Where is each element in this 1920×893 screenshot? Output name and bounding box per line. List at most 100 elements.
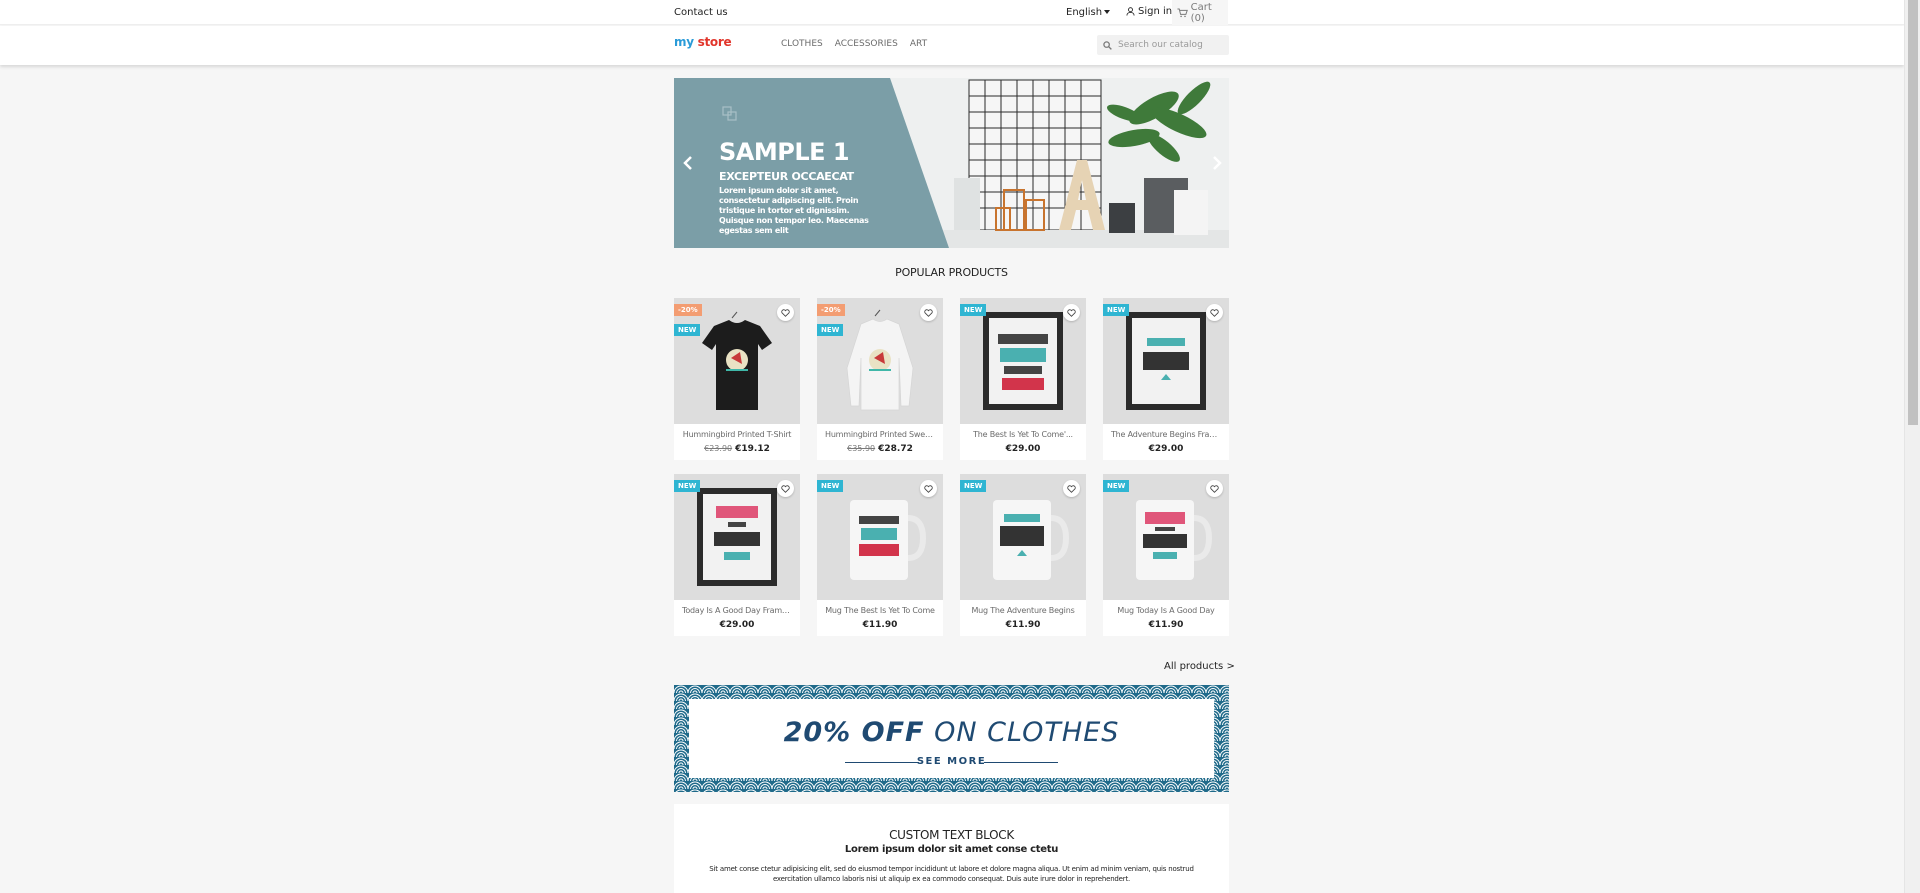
- product-name[interactable]: Mug The Best Is Yet To Come: [817, 606, 943, 615]
- cart-button[interactable]: Cart (0): [1172, 0, 1228, 25]
- nav-item-accessories[interactable]: ACCESSORIES: [835, 39, 898, 49]
- search-input[interactable]: [1118, 40, 1218, 50]
- slide-subtitle: EXCEPTEUR OCCAECAT: [719, 170, 854, 183]
- cart-icon: [1177, 8, 1188, 17]
- popular-products-title: POPULAR PRODUCTS: [895, 266, 1008, 279]
- scrollbar-thumb[interactable]: [1908, 0, 1918, 425]
- wishlist-button[interactable]: [920, 304, 937, 321]
- product-price: €23.90 €19.12: [674, 444, 800, 454]
- store-logo[interactable]: my store: [674, 35, 732, 49]
- wishlist-button[interactable]: [777, 304, 794, 321]
- current-price: €29.00: [1148, 444, 1184, 454]
- slider-prev-icon[interactable]: [681, 155, 695, 171]
- page-scrollbar[interactable]: [1904, 0, 1920, 893]
- product-card[interactable]: NEW The Best Is Yet To Come'... €29.00: [960, 298, 1086, 460]
- slide-title: SAMPLE 1: [719, 138, 850, 166]
- slider-next-icon[interactable]: [1210, 155, 1224, 171]
- product-name[interactable]: The Best Is Yet To Come'...: [960, 430, 1086, 439]
- language-label: English: [1066, 7, 1103, 18]
- banner-divider: [984, 762, 1058, 763]
- banner-title-strong: 20% OFF: [783, 717, 925, 748]
- product-name[interactable]: Mug The Adventure Begins: [960, 606, 1086, 615]
- old-price: €35.90: [847, 444, 876, 453]
- search-icon[interactable]: [1103, 40, 1112, 50]
- nav-item-clothes[interactable]: CLOTHES: [781, 39, 823, 49]
- wishlist-button[interactable]: [777, 480, 794, 497]
- product-price: €29.00: [960, 444, 1086, 454]
- product-price: €11.90: [1103, 620, 1229, 630]
- new-badge: NEW: [817, 480, 844, 492]
- heart-icon: [1210, 308, 1219, 317]
- discount-badge: -20%: [817, 304, 845, 316]
- product-price: €11.90: [960, 620, 1086, 630]
- current-price: €29.00: [1005, 444, 1041, 454]
- all-products-label: All products: [1164, 661, 1224, 672]
- new-badge: NEW: [674, 324, 701, 336]
- new-badge: NEW: [817, 324, 844, 336]
- wishlist-button[interactable]: [1206, 304, 1223, 321]
- heart-icon: [1067, 308, 1076, 317]
- product-card[interactable]: NEW The Adventure Begins Framed... €29.0…: [1103, 298, 1229, 460]
- sign-in-link[interactable]: Sign in: [1126, 6, 1172, 17]
- nav-item-art[interactable]: ART: [910, 39, 927, 49]
- see-more-link[interactable]: SEE MORE: [689, 756, 1214, 767]
- slide-deco-icon: [722, 106, 737, 121]
- old-price: €23.90: [704, 444, 733, 453]
- new-badge: NEW: [1103, 304, 1130, 316]
- product-name[interactable]: Mug Today Is A Good Day: [1103, 606, 1229, 615]
- new-badge: NEW: [960, 304, 987, 316]
- contact-us-link[interactable]: Contact us: [674, 7, 728, 18]
- product-card[interactable]: NEW Mug The Adventure Begins €11.90: [960, 474, 1086, 636]
- product-price: €29.00: [674, 620, 800, 630]
- heart-icon: [924, 308, 933, 317]
- custom-text-title: CUSTOM TEXT BLOCK: [889, 828, 1014, 842]
- new-badge: NEW: [1103, 480, 1130, 492]
- product-price: €35.90 €28.72: [817, 444, 943, 454]
- cart-label: Cart (0): [1190, 1, 1212, 24]
- logo-store-text: store: [697, 35, 732, 49]
- current-price: €29.00: [719, 620, 755, 630]
- all-products-link[interactable]: All products >: [1164, 661, 1235, 672]
- current-price: €11.90: [1148, 620, 1184, 630]
- product-card[interactable]: NEW Mug The Best Is Yet To Come €11.90: [817, 474, 943, 636]
- banner-title: 20% OFF ON CLOTHES: [689, 717, 1214, 748]
- wishlist-button[interactable]: [1206, 480, 1223, 497]
- sign-in-label: Sign in: [1138, 6, 1173, 17]
- custom-text-body: Sit amet conse ctetur adipisicing elit, …: [709, 865, 1194, 883]
- current-price: €11.90: [1005, 620, 1041, 630]
- logo-my-text: my: [674, 35, 694, 49]
- product-name[interactable]: The Adventure Begins Framed...: [1103, 430, 1229, 439]
- header: my store CLOTHES ACCESSORIES ART: [0, 26, 1904, 65]
- product-card[interactable]: NEW Mug Today Is A Good Day €11.90: [1103, 474, 1229, 636]
- main-nav: CLOTHES ACCESSORIES ART: [781, 39, 927, 49]
- current-price: €19.12: [735, 444, 770, 454]
- chevron-right-icon: >: [1226, 661, 1235, 672]
- slide-description: Lorem ipsum dolor sit amet, consectetur …: [719, 186, 869, 235]
- current-price: €11.90: [862, 620, 898, 630]
- language-selector[interactable]: English: [1066, 7, 1111, 18]
- heart-icon: [781, 308, 790, 317]
- user-icon: [1126, 7, 1135, 16]
- wishlist-button[interactable]: [1063, 480, 1080, 497]
- heart-icon: [1067, 484, 1076, 493]
- new-badge: NEW: [674, 480, 701, 492]
- product-name[interactable]: Today Is A Good Day Framed...: [674, 606, 800, 615]
- custom-text-block: CUSTOM TEXT BLOCK Lorem ipsum dolor sit …: [674, 804, 1229, 893]
- product-name[interactable]: Hummingbird Printed T-Shirt: [674, 430, 800, 439]
- product-card[interactable]: NEW Today Is A Good Day Framed... €29.00: [674, 474, 800, 636]
- hero-slider: SAMPLE 1 EXCEPTEUR OCCAECAT Lorem ipsum …: [674, 78, 1229, 248]
- product-name[interactable]: Hummingbird Printed Sweater: [817, 430, 943, 439]
- current-price: €28.72: [878, 444, 913, 454]
- heart-icon: [1210, 484, 1219, 493]
- banner-title-rest: ON CLOTHES: [934, 717, 1120, 748]
- product-price: €29.00: [1103, 444, 1229, 454]
- discount-badge: -20%: [674, 304, 702, 316]
- heart-icon: [924, 484, 933, 493]
- product-card[interactable]: -20% NEW Hummingbird Printed Sweater €35…: [817, 298, 943, 460]
- product-card[interactable]: -20% NEW Hummingbird Printed T-Shirt €23…: [674, 298, 800, 460]
- heart-icon: [781, 484, 790, 493]
- product-price: €11.90: [817, 620, 943, 630]
- wishlist-button[interactable]: [1063, 304, 1080, 321]
- promo-banner[interactable]: 20% OFF ON CLOTHES SEE MORE: [674, 685, 1229, 792]
- wishlist-button[interactable]: [920, 480, 937, 497]
